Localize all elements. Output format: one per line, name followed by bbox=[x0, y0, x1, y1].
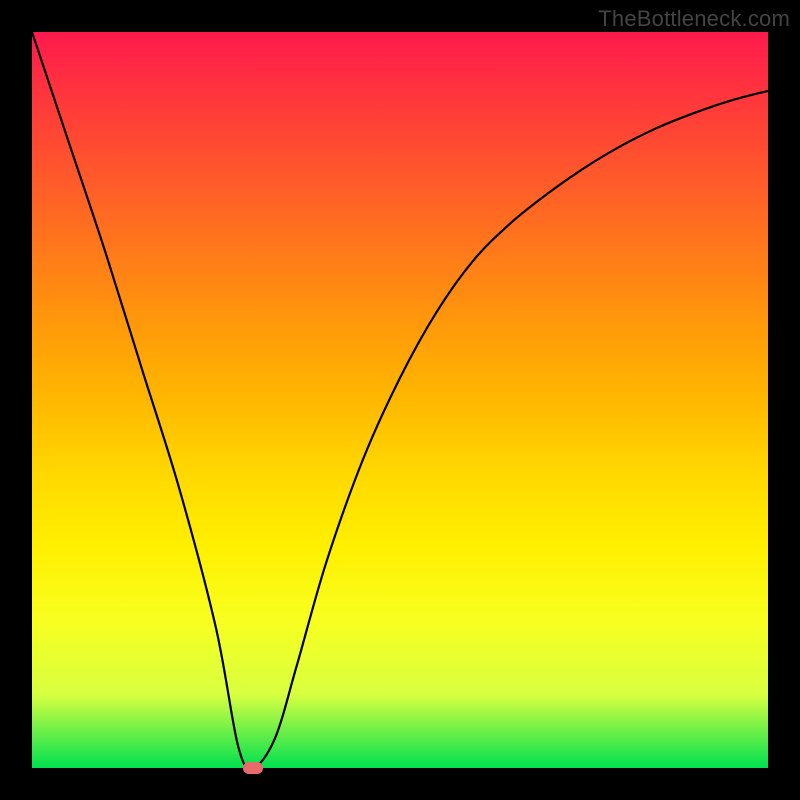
curve-svg bbox=[32, 32, 768, 768]
watermark-text: TheBottleneck.com bbox=[598, 6, 790, 32]
bottleneck-curve bbox=[32, 32, 768, 768]
min-marker bbox=[243, 762, 263, 774]
plot-area bbox=[32, 32, 768, 768]
chart-frame: TheBottleneck.com bbox=[0, 0, 800, 800]
